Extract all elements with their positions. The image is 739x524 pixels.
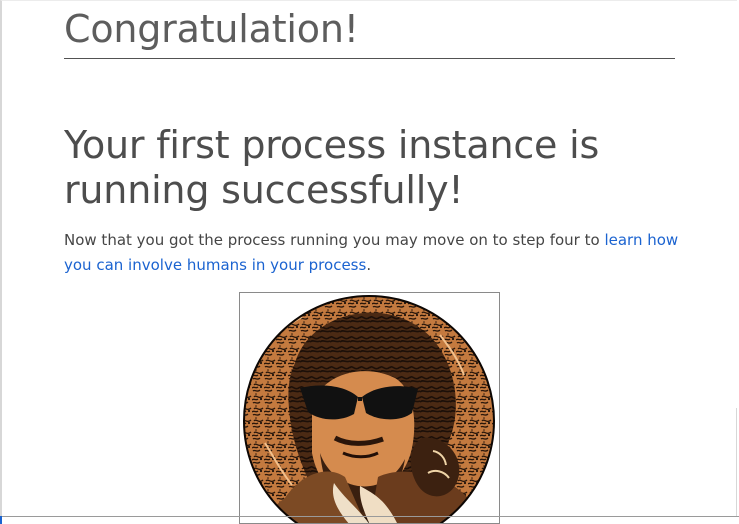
next-step-paragraph: Now that you got the process running you… <box>64 228 684 278</box>
success-heading: Your first process instance is running s… <box>64 123 600 212</box>
title-divider <box>64 58 675 59</box>
page-content: Congratulation! <box>64 0 676 51</box>
portrait-frame <box>239 292 500 524</box>
paragraph-text: Now that you got the process running you… <box>64 231 605 249</box>
portrait-image <box>243 295 495 523</box>
paragraph-end: . <box>366 256 372 274</box>
selection-marker <box>0 516 2 524</box>
page-title: Congratulation! <box>64 7 359 51</box>
bottom-divider <box>0 516 739 517</box>
